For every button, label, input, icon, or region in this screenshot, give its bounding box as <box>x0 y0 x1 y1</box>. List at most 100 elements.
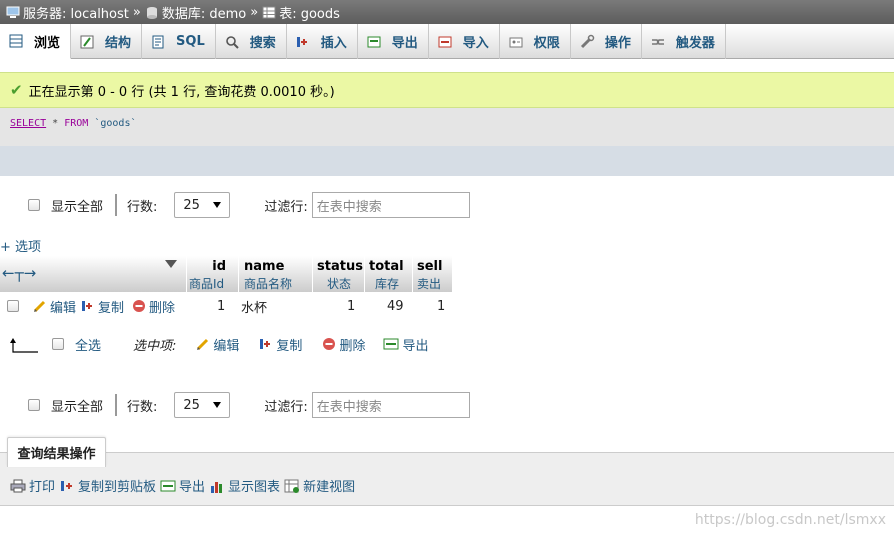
filter-input-placeholder: 在表中搜索 <box>316 399 382 415</box>
wrench-icon <box>580 34 595 48</box>
bulk-delete-label: 删除 <box>339 338 366 354</box>
create-view-icon <box>284 479 300 493</box>
cell-sell[interactable]: 1 <box>437 299 445 314</box>
tab-search[interactable]: 搜索 <box>216 24 287 59</box>
show-all-checkbox[interactable] <box>28 399 40 411</box>
column-name-status: status <box>317 259 363 274</box>
search-icon <box>225 35 239 49</box>
printer-icon <box>10 479 26 492</box>
tab-triggers[interactable]: 触发器 <box>642 24 726 59</box>
tab-search-label: 搜索 <box>249 36 276 51</box>
rows-select-value: 25 <box>183 397 200 413</box>
import-icon <box>438 36 452 47</box>
rows-select[interactable]: 25 <box>174 192 231 218</box>
breadcrumb-table[interactable]: 表: goods <box>262 3 340 22</box>
bulk-copy-button[interactable]: 复制 <box>259 335 302 354</box>
create-view-button[interactable]: 新建视图 <box>284 476 355 495</box>
rows-select[interactable]: 25 <box>174 392 231 418</box>
print-button[interactable]: 打印 <box>10 476 55 495</box>
copy-icon <box>61 480 73 491</box>
table-icon <box>262 6 276 18</box>
navigation-row-bottom: 显示全部 行数: 25 过滤行: 在表中搜索 <box>0 390 894 420</box>
export-icon <box>160 480 176 491</box>
navigation-row-top: 显示全部 行数: 25 过滤行: 在表中搜索 <box>0 190 894 220</box>
bulk-edit-label: 编辑 <box>213 338 240 354</box>
row-edit-button[interactable]: 编辑 <box>33 297 76 316</box>
filter-input[interactable]: 在表中搜索 <box>311 392 470 418</box>
pencil-icon <box>197 338 209 351</box>
bulk-export-button[interactable]: 导出 <box>383 335 428 354</box>
check-all-label[interactable]: 全选 <box>75 335 101 354</box>
tab-operations-label: 操作 <box>604 36 631 51</box>
bulk-edit-button[interactable]: 编辑 <box>196 335 239 354</box>
show-all-label: 显示全部 <box>51 199 104 215</box>
column-name-name: name <box>244 259 285 274</box>
tab-import[interactable]: 导入 <box>429 24 500 59</box>
column-header-id[interactable]: id 商品Id <box>186 256 238 292</box>
check-all-checkbox[interactable] <box>52 338 64 350</box>
cell-total[interactable]: 49 <box>387 299 404 314</box>
show-all-checkbox[interactable] <box>28 199 40 211</box>
tab-structure-label: 结构 <box>105 36 132 51</box>
breadcrumb-table-label: 表: goods <box>279 6 340 22</box>
row-copy-button[interactable]: 复制 <box>81 297 124 316</box>
filter-input-placeholder: 在表中搜索 <box>316 199 382 215</box>
tab-sql-label: SQL <box>176 34 205 49</box>
filter-input[interactable]: 在表中搜索 <box>311 192 470 218</box>
display-chart-label: 显示图表 <box>228 480 281 495</box>
column-header-status[interactable]: status 状态 <box>312 256 364 292</box>
sort-dropdown-icon[interactable] <box>165 260 177 268</box>
success-message: ✔ 正在显示第 0 - 0 行 (共 1 行, 查询花费 0.0010 秒。) <box>0 72 894 108</box>
tab-sql[interactable]: SQL <box>142 24 216 59</box>
tab-privileges[interactable]: 权限 <box>500 24 571 59</box>
column-header-total[interactable]: total 库存 <box>364 256 412 292</box>
breadcrumb-server[interactable]: 服务器: localhost <box>6 3 129 22</box>
column-header-name[interactable]: name 商品名称 <box>238 256 312 292</box>
cell-id[interactable]: 1 <box>217 299 225 314</box>
bulk-delete-button[interactable]: 删除 <box>322 335 365 354</box>
tab-browse-label: 浏览 <box>34 35 61 51</box>
column-header-sell[interactable]: sell 卖出 <box>412 256 452 292</box>
filter-label: 过滤行: <box>264 399 308 415</box>
success-message-text: 正在显示第 0 - 0 行 (共 1 行, 查询花费 0.0010 秒。) <box>28 84 335 100</box>
sql-keyword-select[interactable]: SELECT <box>10 118 46 129</box>
column-comment-name: 商品名称 <box>244 277 293 291</box>
cell-name[interactable]: 水杯 <box>241 297 267 316</box>
tab-browse[interactable]: 浏览 <box>0 24 72 59</box>
database-icon <box>146 6 157 19</box>
sql-query-box: SELECT * FROM `goods` <box>0 108 894 146</box>
tab-operations[interactable]: 操作 <box>571 24 642 59</box>
row-delete-button[interactable]: 删除 <box>132 297 175 316</box>
tab-structure[interactable]: 结构 <box>71 24 143 59</box>
bar-chart-icon <box>211 481 223 493</box>
copy-to-clipboard-button[interactable]: 复制到剪贴板 <box>59 476 156 495</box>
export-label: 导出 <box>179 480 206 495</box>
cell-status[interactable]: 1 <box>347 299 355 314</box>
tab-export[interactable]: 导出 <box>358 24 429 59</box>
browse-icon <box>9 34 23 48</box>
export-button[interactable]: 导出 <box>160 476 205 495</box>
copy-to-clipboard-label: 复制到剪贴板 <box>78 480 157 495</box>
sql-star: * <box>52 118 59 129</box>
column-name-id: id <box>212 259 226 274</box>
filter-label: 过滤行: <box>264 199 308 215</box>
column-comment-status: 状态 <box>327 277 352 291</box>
row-edit-label: 编辑 <box>50 300 77 316</box>
options-link[interactable]: + 选项 <box>0 236 41 255</box>
tab-insert[interactable]: 插入 <box>287 24 358 59</box>
row-checkbox[interactable] <box>7 300 19 312</box>
column-toggle-arrows-icon[interactable]: ←┬→ <box>2 264 36 282</box>
display-chart-button[interactable]: 显示图表 <box>209 476 280 495</box>
table-tabs: 浏览 结构 SQL 搜索 插入 导出 导入 权限 操作 触发器 <box>0 24 894 59</box>
separator <box>115 394 118 416</box>
separator <box>115 194 118 216</box>
create-view-label: 新建视图 <box>303 480 356 495</box>
breadcrumb-database[interactable]: 数据库: demo <box>145 3 246 22</box>
tab-privileges-label: 权限 <box>533 36 560 51</box>
query-results-operations-title: 查询结果操作 <box>7 437 106 467</box>
tab-triggers-label: 触发器 <box>675 36 715 51</box>
sql-table-name: `goods` <box>94 118 137 129</box>
export-icon <box>367 36 381 47</box>
sql-keyword-from: FROM <box>64 118 89 129</box>
breadcrumb-database-label: 数据库: demo <box>161 6 247 22</box>
